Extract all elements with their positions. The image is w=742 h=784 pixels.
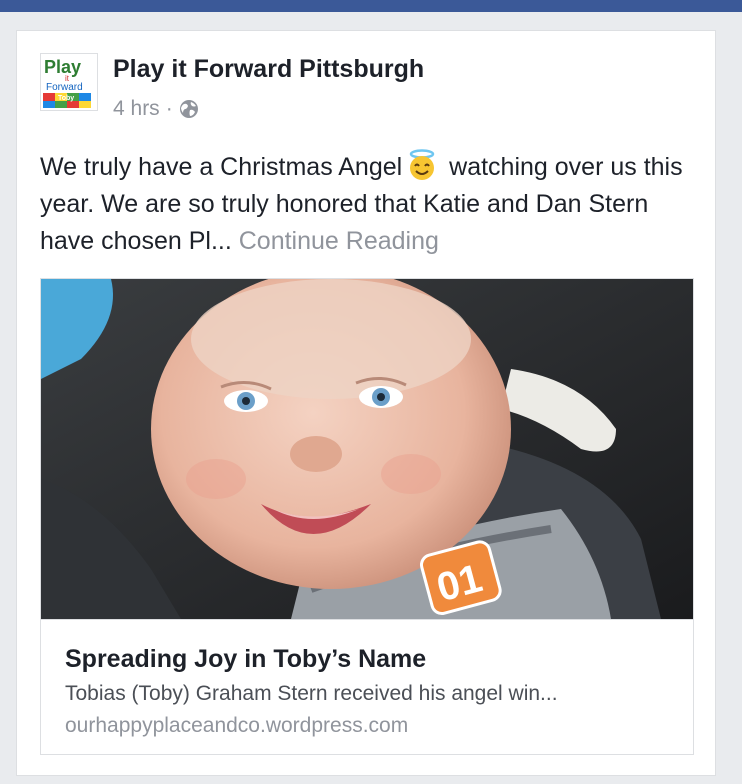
app-header-bar (0, 0, 742, 12)
svg-text:Toby: Toby (58, 95, 74, 102)
post-card: Play it Forward Toby Play it Forward Pit… (16, 30, 716, 776)
meta-separator: · (165, 97, 173, 120)
link-preview-body[interactable]: Spreading Joy in Toby’s Name Tobias (Tob… (41, 619, 693, 754)
link-preview-image[interactable]: 01 (41, 279, 693, 619)
page-logo-image: Play it Forward Toby (41, 54, 97, 110)
link-description: Tobias (Toby) Graham Stern received his … (65, 682, 558, 705)
page-avatar[interactable]: Play it Forward Toby (40, 53, 98, 111)
post-text-start: We truly have a Christmas Angel (40, 153, 403, 181)
page-name-link[interactable]: Play it Forward Pittsburgh (113, 55, 424, 84)
angel-emoji-icon (409, 149, 435, 180)
post-message: We truly have a Christmas Angel watching… (40, 149, 705, 260)
svg-text:Forward: Forward (46, 82, 83, 93)
post-timestamp[interactable]: 4 hrs (113, 97, 160, 121)
baby-photo: 01 (41, 279, 693, 619)
link-preview-card[interactable]: 01 Spreading Joy in Toby’s Name Tobias (… (40, 278, 694, 755)
globe-icon[interactable] (179, 99, 199, 119)
post-header: Play it Forward Toby Play it Forward Pit… (40, 53, 700, 133)
post-meta: 4 hrs · (113, 97, 199, 121)
svg-text:Play: Play (44, 57, 81, 77)
continue-reading-link[interactable]: Continue Reading (239, 227, 439, 255)
link-domain: ourhappyplaceandco.wordpress.com (65, 714, 409, 737)
link-title[interactable]: Spreading Joy in Toby’s Name (65, 645, 426, 674)
